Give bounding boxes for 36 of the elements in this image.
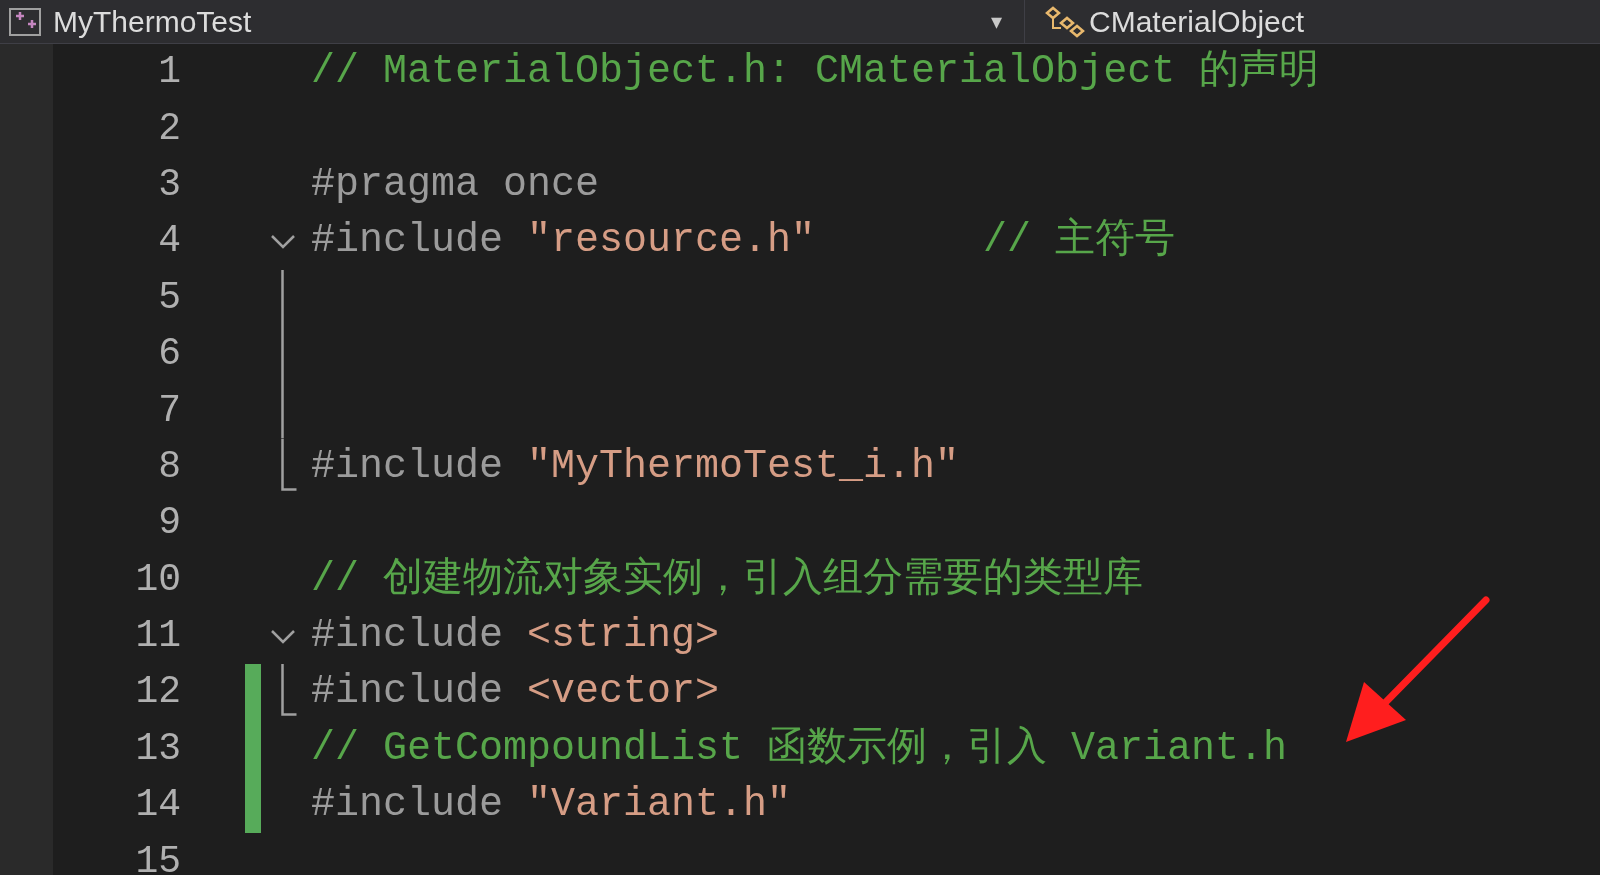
line-number: 12 [134,673,181,712]
class-icon [1043,4,1087,39]
line-number: 13 [134,729,181,768]
preprocessor-directive: #include [311,672,504,713]
preprocessor-directive: #include [311,221,504,262]
line-number: 2 [157,109,181,148]
line-number: 7 [157,391,181,430]
string-literal: "MyThermoTest_i.h" [527,446,960,487]
line-number: 3 [157,165,181,204]
line-number: 6 [157,335,181,374]
scope-name: CMaterialObject [1089,6,1305,37]
project-name: MyThermoTest [53,6,252,37]
preprocessor-directive: #include [311,616,504,657]
string-literal: "resource.h" [527,221,816,262]
line-number: 8 [157,447,181,486]
line-number: 11 [134,617,181,656]
line-number: 1 [157,53,181,92]
dropdown-button[interactable]: ▾ [991,10,1002,33]
line-number: 5 [157,278,181,317]
line-number: 4 [157,222,181,261]
collapse-chevron-icon[interactable] [271,235,295,250]
fold-end-line [281,438,297,491]
preprocessor-directive: #include [311,785,504,826]
preprocessor-directive: #include [311,446,504,487]
string-literal: <string> [527,616,720,657]
fold-end-line [281,664,297,717]
line-number: 9 [157,504,181,543]
code-comment: // GetCompoundList 函数示例，引入 Variant.h [311,728,1288,769]
project-icon [8,5,44,38]
line-number: 14 [134,786,181,825]
line-number: 15 [134,842,181,875]
string-literal: <vector> [527,672,720,713]
line-number: 10 [134,560,181,599]
string-literal: "Variant.h" [527,785,792,826]
collapse-chevron-icon[interactable] [271,629,295,644]
preprocessor-directive: #pragma once [311,164,600,205]
